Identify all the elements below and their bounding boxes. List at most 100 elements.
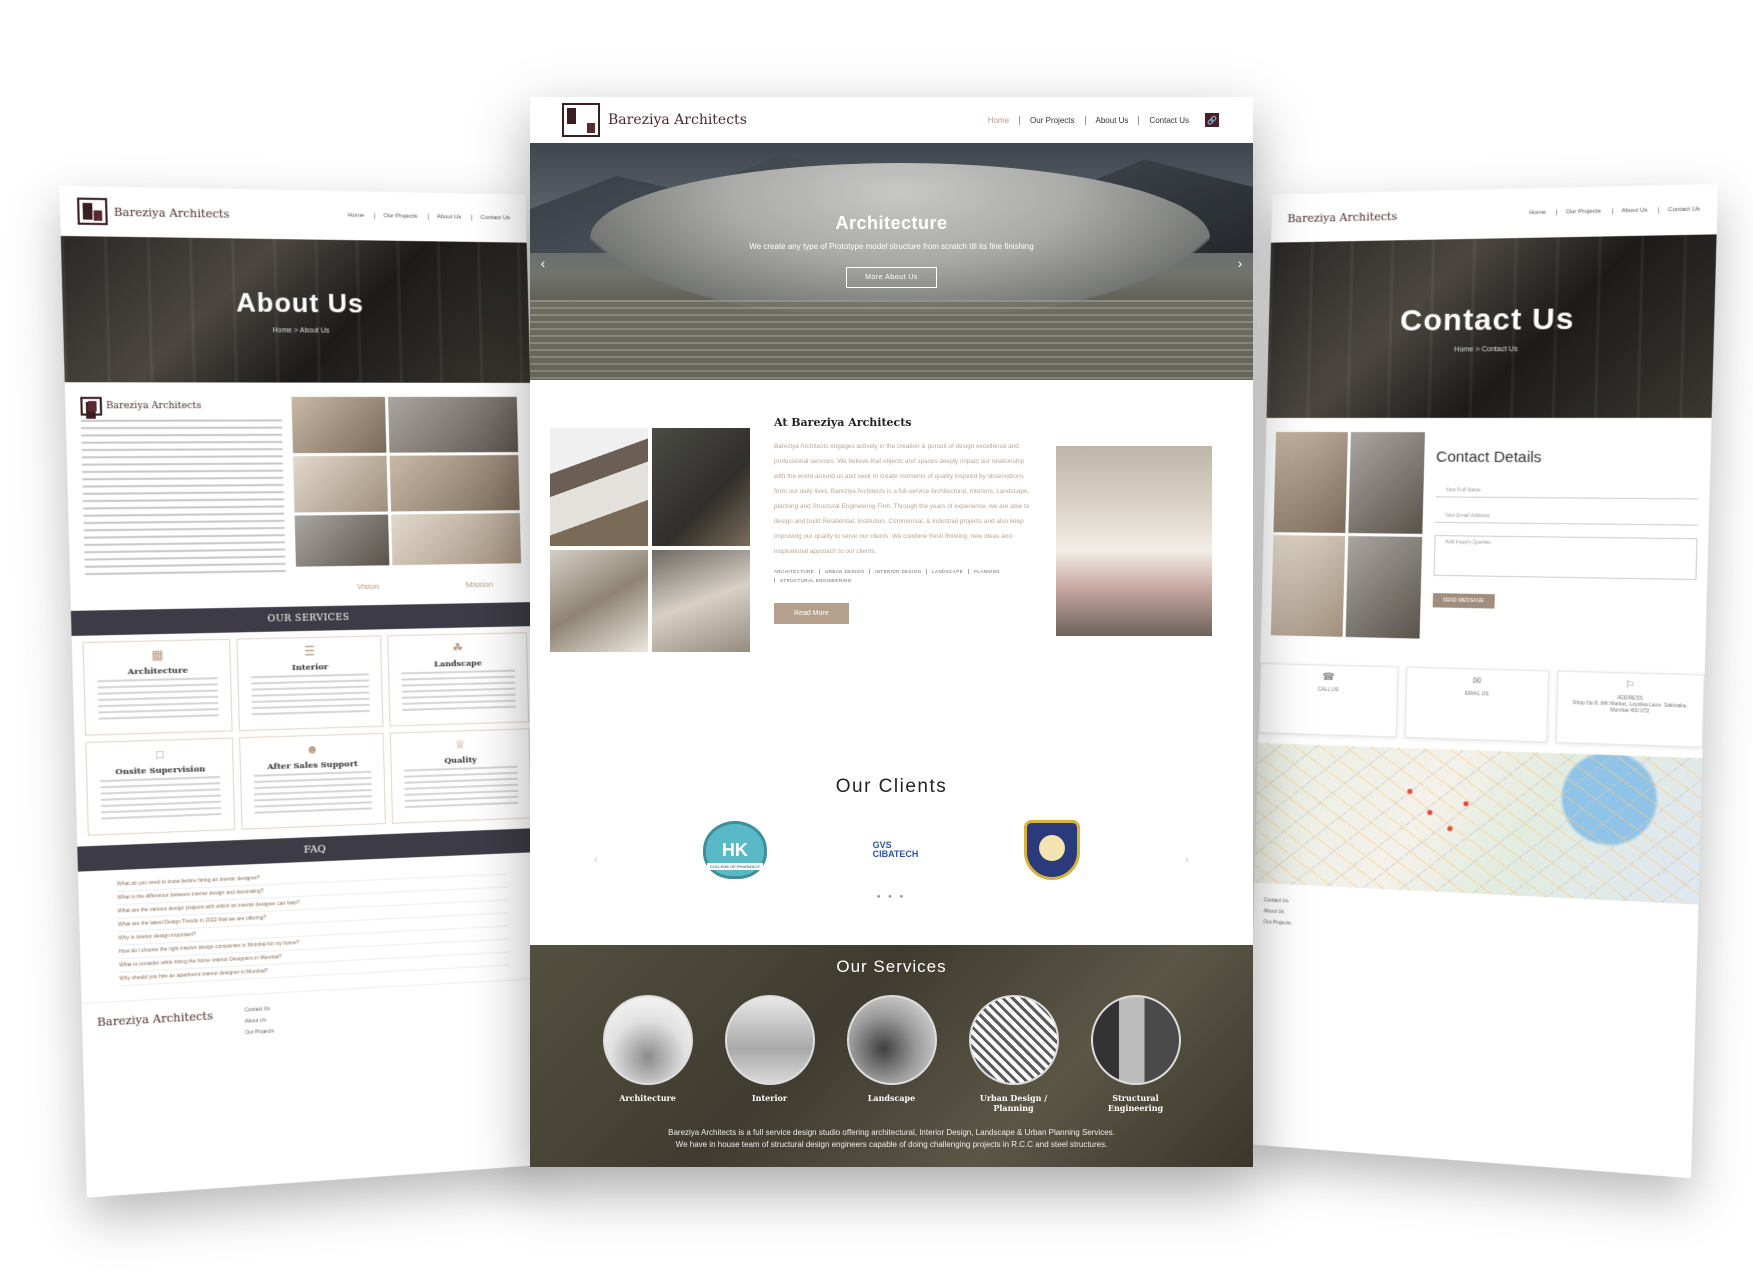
grid-image [550,428,648,546]
address-card[interactable]: ⚐ ADDRESS Shop No 8, MK Market, Loyolka La… [1555,670,1705,748]
chevron-right-icon[interactable]: › [1185,852,1189,866]
nav-projects[interactable]: Our Projects [1019,115,1084,125]
nav-home[interactable]: Home [978,116,1019,125]
hk-college-logo[interactable]: HK COLLEGE OF PHARMACY [702,821,767,879]
clients-section: Our Clients ‹ › HK COLLEGE OF PHARMACY GV… [530,770,1253,920]
about-image-collage [290,396,522,573]
nav-home[interactable]: Home [1521,210,1546,217]
hero-subtitle: We create any type of Prototype model st… [749,242,1034,251]
interior-image [1056,446,1212,636]
collage-image [1270,535,1346,637]
logo-icon [80,396,103,416]
contact-section: Contact Details Your Full Name Your Emai… [1261,418,1712,652]
map-pin-icon[interactable] [1427,809,1433,816]
footer-link-contact[interactable]: Contact Us [1264,897,1292,904]
home-nav: Bareziya Architects Home Our Projects Ab… [530,97,1253,143]
chevron-left-icon[interactable]: ‹ [536,255,550,271]
breadcrumb[interactable]: Home > Contact Us [1454,346,1518,354]
services-text-line2: We have in house team of structural desi… [675,1140,1108,1149]
about-heading: At Bareziya Architects [774,416,912,429]
nav-contact[interactable]: Contact Us [1658,206,1701,214]
contact-image-collage [1270,431,1425,639]
service-card-text [100,775,222,822]
message-field[interactable]: Add Inquiry Queries [1433,535,1698,581]
service-card-title: Landscape [433,657,482,669]
nav-about[interactable]: About Us [1084,115,1139,125]
read-more-button[interactable]: Read More [774,603,849,624]
tag[interactable]: ARCHITECTURE [774,569,819,574]
more-about-us-button[interactable]: More About Us [846,267,937,288]
service-interior[interactable]: Interior [723,995,817,1113]
gvs-cibatech-logo[interactable]: GVS CIBATECH [873,841,919,859]
map-pin-icon[interactable] [1463,801,1469,807]
service-card[interactable]: ☘ Landscape [386,632,530,727]
service-image [602,995,693,1085]
service-label: Architecture [619,1093,676,1103]
map-pin-icon[interactable] [1407,788,1413,794]
crest-logo[interactable] [1024,820,1081,880]
email-label: EMAIL US [1464,690,1489,698]
carousel-dots[interactable]: ● ● ● [530,894,1253,900]
tag[interactable]: URBAN DESIGN [819,569,869,574]
nav-projects[interactable]: Our Projects [1556,208,1602,216]
breadcrumb[interactable]: Home > About Us [272,327,329,335]
brand-name: Bareziya Architects [113,204,230,221]
service-structural[interactable]: Structural Engineering [1089,995,1183,1113]
contact-page-preview: Bareziya Architects Home Our Projects Ab… [1247,184,1718,1179]
service-card-text [97,677,219,722]
send-message-button[interactable]: SEND MESSAGE [1432,593,1495,609]
nav-about[interactable]: About Us [1611,207,1648,215]
footer-link-projects[interactable]: Our Projects [1263,919,1291,926]
footer-link-contact[interactable]: Contact Us [244,1006,273,1014]
support-icon: ☻ [305,741,319,757]
services-section: Our Services Architecture Interior Lands… [530,945,1253,1167]
service-card-title: Architecture [127,664,188,677]
service-landscape[interactable]: Landscape [845,995,939,1113]
name-field[interactable]: Your Full Name [1435,484,1699,500]
nav-contact[interactable]: Contact Us [1138,115,1199,125]
footer-link-projects[interactable]: Our Projects [245,1028,274,1036]
footer-link-about[interactable]: About Us [245,1017,274,1025]
chevron-left-icon[interactable]: ‹ [594,852,598,866]
contact-form: Contact Details Your Full Name Your Emai… [1431,432,1700,645]
location-map[interactable] [1254,742,1703,905]
service-card[interactable]: ☰ Interior [236,635,384,732]
nav-projects[interactable]: Our Projects [374,213,418,220]
tag[interactable]: INTERIOR DESIGN [869,569,926,574]
service-label: Urban Design / Planning [979,1093,1048,1113]
tag[interactable]: LANDSCAPE [926,569,968,574]
call-card[interactable]: ☎ CALL US [1258,663,1399,738]
service-card[interactable]: ▦ Architecture [82,638,233,736]
vision-mission: Vision Mission [313,579,536,592]
email-field[interactable]: Your Email Address [1434,509,1699,526]
contact-page-logo[interactable]: Bareziya Architects [1287,209,1397,224]
home-menu: Home Our Projects About Us Contact Us 🔗 [978,113,1219,127]
email-card[interactable]: ✉ EMAIL US [1404,666,1550,743]
service-card[interactable]: □ Onsite Supervision [85,737,236,836]
contact-hero: Contact Us Home > Contact Us [1266,234,1717,418]
about-page-logo[interactable]: Bareziya Architects [76,197,230,228]
map-pin-icon[interactable] [1447,825,1453,832]
hero-slider: Architecture We create any type of Proto… [530,143,1253,380]
nav-home[interactable]: Home [339,212,365,219]
home-logo[interactable]: Bareziya Architects [562,103,747,137]
tag[interactable]: PLANNING [968,569,1005,574]
about-page-menu: Home Our Projects About Us Contact Us [339,212,511,222]
footer-link-about[interactable]: About Us [1264,908,1292,915]
service-card[interactable]: ☻ After Sales Support [239,732,386,830]
faq-list: What do you need to know before hiring a… [78,852,546,997]
collage-image [389,455,520,512]
tag[interactable]: STRUCTURAL ENGINEERING [774,578,857,583]
nav-contact[interactable]: Contact Us [471,214,511,222]
nav-about[interactable]: About Us [427,213,462,221]
footer-links: Contact Us About Us Our Projects [244,1006,274,1036]
link-icon[interactable]: 🔗 [1205,113,1219,127]
service-card-text [254,770,373,816]
collage-image [1345,536,1422,639]
service-card[interactable]: ♕ Quality [389,728,532,824]
chevron-right-icon[interactable]: › [1233,255,1247,271]
showcase-stage: Bareziya Architects Home Our Projects Ab… [0,0,1753,1277]
service-urban-design[interactable]: Urban Design / Planning [967,995,1061,1113]
service-architecture[interactable]: Architecture [601,995,695,1113]
brand-name: Bareziya Architects [608,112,747,128]
